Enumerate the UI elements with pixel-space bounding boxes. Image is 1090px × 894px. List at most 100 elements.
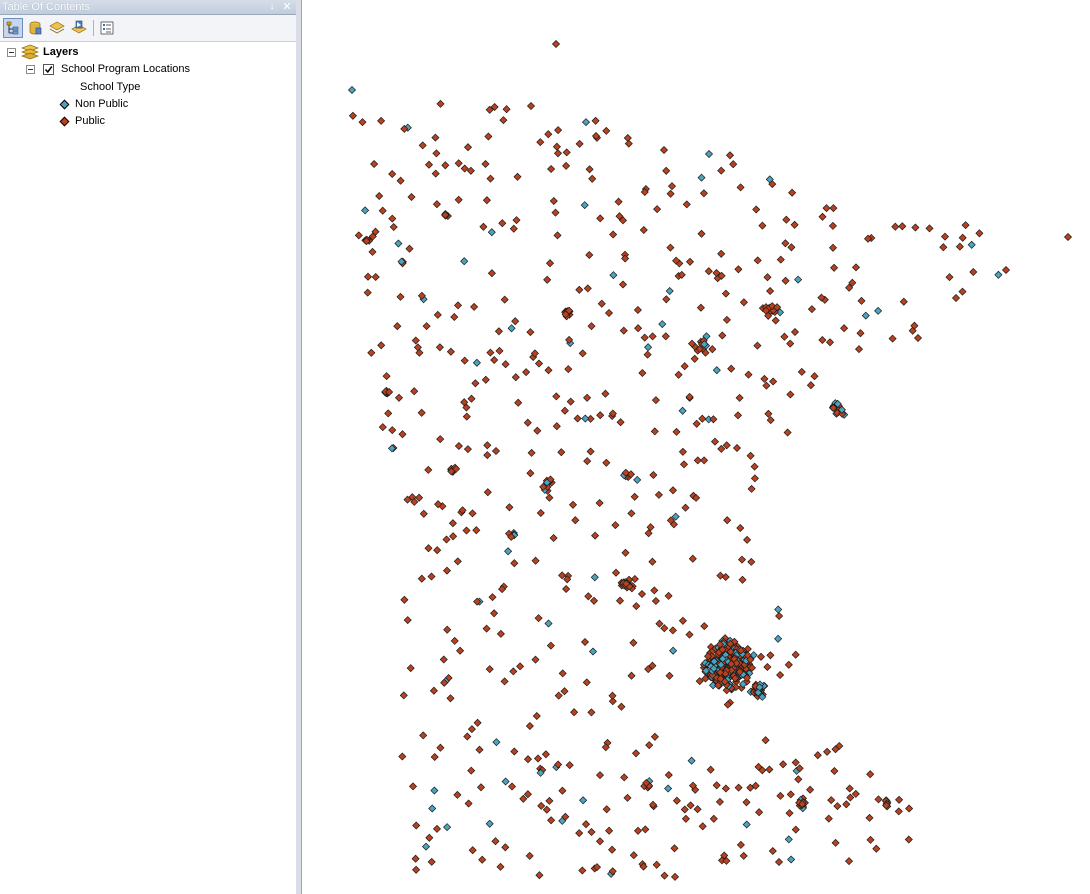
public-school-point[interactable]: [733, 411, 743, 420]
public-school-point[interactable]: [660, 624, 669, 633]
public-school-point[interactable]: [736, 183, 745, 192]
public-school-point[interactable]: [525, 721, 534, 731]
public-school-point[interactable]: [690, 354, 699, 363]
public-school-point[interactable]: [462, 412, 471, 421]
non-public-school-point[interactable]: [742, 820, 751, 829]
public-school-point[interactable]: [441, 161, 450, 170]
public-school-point[interactable]: [424, 544, 433, 553]
public-school-point[interactable]: [605, 826, 614, 835]
public-school-point[interactable]: [829, 204, 838, 213]
public-school-point[interactable]: [698, 414, 707, 423]
public-school-point[interactable]: [750, 474, 759, 483]
public-school-point[interactable]: [439, 655, 448, 664]
public-school-point[interactable]: [562, 584, 571, 594]
public-school-point[interactable]: [410, 387, 419, 396]
public-school-point[interactable]: [425, 833, 434, 842]
public-school-point[interactable]: [739, 851, 748, 860]
public-school-point[interactable]: [490, 355, 499, 365]
public-school-point[interactable]: [463, 143, 473, 152]
public-school-point[interactable]: [562, 161, 571, 170]
public-school-point[interactable]: [737, 555, 747, 564]
public-school-point[interactable]: [407, 192, 416, 202]
public-school-point[interactable]: [464, 799, 473, 808]
public-school-point[interactable]: [712, 781, 721, 790]
public-school-point[interactable]: [475, 745, 484, 754]
public-school-point[interactable]: [616, 418, 625, 427]
public-school-point[interactable]: [661, 332, 670, 341]
non-public-school-point[interactable]: [443, 823, 452, 832]
public-school-point[interactable]: [715, 797, 724, 806]
public-school-point[interactable]: [496, 629, 505, 638]
public-school-point[interactable]: [633, 826, 643, 835]
public-school-point[interactable]: [827, 796, 836, 805]
public-school-point[interactable]: [824, 814, 833, 823]
public-school-point[interactable]: [446, 694, 455, 703]
public-school-point[interactable]: [510, 559, 519, 568]
public-school-point[interactable]: [511, 317, 520, 326]
public-school-point[interactable]: [830, 263, 839, 272]
public-school-point[interactable]: [782, 215, 791, 224]
public-school-point[interactable]: [604, 308, 614, 318]
public-school-point[interactable]: [587, 827, 596, 837]
public-school-point[interactable]: [611, 568, 621, 577]
public-school-point[interactable]: [734, 265, 743, 274]
public-school-point[interactable]: [681, 503, 690, 512]
public-school-point[interactable]: [544, 130, 553, 139]
public-school-point[interactable]: [722, 441, 731, 450]
public-school-point[interactable]: [367, 348, 376, 357]
public-school-point[interactable]: [722, 315, 731, 324]
public-school-point[interactable]: [872, 844, 881, 853]
public-school-point[interactable]: [732, 443, 742, 453]
public-school-point[interactable]: [845, 784, 854, 793]
public-school-point[interactable]: [419, 509, 428, 518]
non-public-school-point[interactable]: [430, 786, 439, 795]
public-school-point[interactable]: [585, 165, 594, 174]
public-school-point[interactable]: [571, 516, 580, 525]
public-school-point[interactable]: [763, 273, 772, 282]
public-school-point[interactable]: [463, 732, 472, 741]
public-school-point[interactable]: [490, 609, 499, 618]
public-school-point[interactable]: [479, 222, 488, 231]
public-school-point[interactable]: [1063, 232, 1073, 242]
public-school-point[interactable]: [543, 275, 552, 284]
public-school-point[interactable]: [595, 837, 605, 846]
public-school-point[interactable]: [742, 798, 751, 807]
non-public-school-point[interactable]: [669, 646, 678, 655]
public-school-point[interactable]: [442, 566, 452, 575]
public-school-point[interactable]: [560, 687, 569, 696]
public-school-point[interactable]: [854, 345, 864, 354]
public-school-point[interactable]: [630, 574, 639, 584]
public-school-point[interactable]: [388, 169, 397, 179]
public-school-point[interactable]: [512, 216, 521, 225]
public-school-point[interactable]: [552, 392, 561, 401]
public-school-point[interactable]: [739, 298, 748, 307]
public-school-point[interactable]: [844, 857, 854, 866]
public-school-point[interactable]: [725, 151, 735, 160]
public-school-point[interactable]: [640, 333, 649, 342]
non-public-school-point[interactable]: [501, 777, 510, 786]
public-school-point[interactable]: [502, 105, 511, 114]
public-school-point[interactable]: [898, 222, 907, 231]
public-school-point[interactable]: [454, 159, 463, 168]
public-school-point[interactable]: [454, 441, 463, 451]
public-school-point[interactable]: [523, 755, 533, 764]
public-school-point[interactable]: [534, 614, 543, 623]
public-school-point[interactable]: [756, 652, 766, 661]
public-school-point[interactable]: [589, 596, 599, 605]
public-school-point[interactable]: [363, 288, 372, 297]
public-school-point[interactable]: [467, 725, 476, 734]
public-school-point[interactable]: [558, 786, 567, 795]
public-school-point[interactable]: [415, 493, 424, 502]
public-school-point[interactable]: [432, 824, 442, 833]
non-public-school-point[interactable]: [492, 738, 501, 747]
public-school-point[interactable]: [664, 770, 673, 780]
public-school-point[interactable]: [840, 324, 849, 333]
public-school-point[interactable]: [557, 448, 566, 457]
public-school-point[interactable]: [630, 492, 639, 501]
public-school-point[interactable]: [378, 423, 387, 432]
public-school-point[interactable]: [750, 462, 759, 471]
public-school-point[interactable]: [544, 366, 553, 375]
public-school-point[interactable]: [685, 630, 694, 639]
public-school-point[interactable]: [620, 773, 629, 782]
public-school-point[interactable]: [721, 289, 730, 298]
